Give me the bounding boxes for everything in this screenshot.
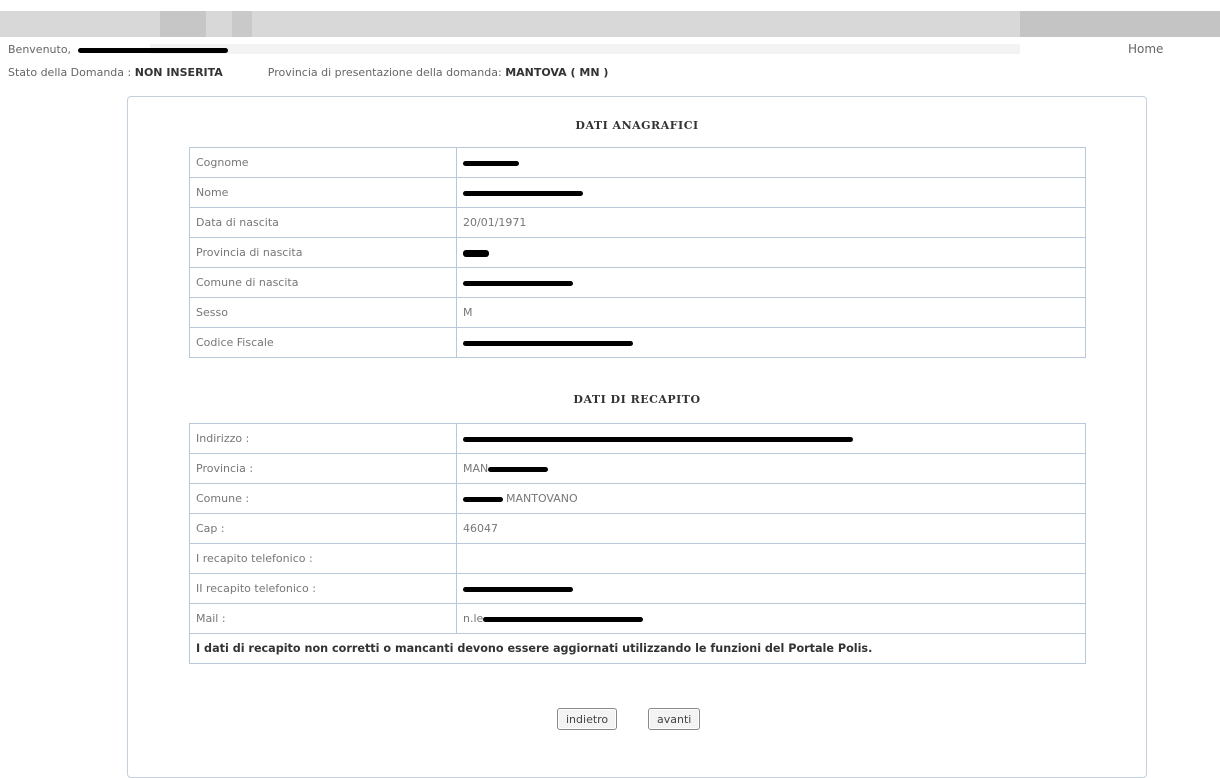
- province-value: MANTOVA ( MN ): [505, 66, 609, 79]
- table-row: Codice Fiscale: [189, 327, 1086, 358]
- table-row: Provincia : MAN: [189, 453, 1086, 484]
- field-label: Provincia di nascita: [189, 237, 457, 268]
- field-label: Comune di nascita: [189, 267, 457, 298]
- field-label: Comune :: [189, 483, 457, 514]
- redacted-value: [463, 249, 489, 257]
- field-label: Sesso: [189, 297, 457, 328]
- welcome-bar: [150, 44, 1020, 54]
- redacted-value: [463, 160, 519, 166]
- table-row: Mail : n.le: [189, 603, 1086, 634]
- redacted-value: [463, 190, 583, 196]
- welcome-label: Benvenuto,: [8, 43, 72, 56]
- field-value: MAN: [456, 453, 1086, 484]
- field-label: Cap :: [189, 513, 457, 544]
- next-button[interactable]: avanti: [648, 708, 701, 730]
- redacted-value: [463, 496, 503, 502]
- home-link[interactable]: Home: [1128, 42, 1163, 56]
- field-value: [456, 543, 1086, 574]
- field-value: [456, 573, 1086, 604]
- field-label: Nome: [189, 177, 457, 208]
- top-band-segment: [1020, 11, 1220, 37]
- table-row: Indirizzo :: [189, 423, 1086, 454]
- table-row: Sesso M: [189, 297, 1086, 328]
- field-value-text: MANTOVANO: [506, 492, 578, 505]
- welcome-text: Benvenuto,: [8, 43, 228, 56]
- field-value: 46047: [456, 513, 1086, 544]
- section-title-recapito: DATI DI RECAPITO: [573, 393, 701, 406]
- redacted-value: [463, 340, 633, 346]
- field-value-text: MAN: [463, 462, 489, 475]
- status-value: NON INSERITA: [134, 66, 223, 79]
- status-label: Stato della Domanda :: [8, 66, 132, 79]
- field-label: I recapito telefonico :: [189, 543, 457, 574]
- field-label: Data di nascita: [189, 207, 457, 238]
- field-value: 20/01/1971: [456, 207, 1086, 238]
- field-value-text: n.le: [463, 612, 484, 625]
- redacted-username: [77, 47, 228, 53]
- table-row: II recapito telefonico :: [189, 573, 1086, 604]
- table-row: Cognome: [189, 147, 1086, 178]
- field-value: n.le: [456, 603, 1086, 634]
- table-row: Nome: [189, 177, 1086, 208]
- field-value: [456, 147, 1086, 178]
- province-label: Provincia di presentazione della domanda…: [267, 66, 502, 79]
- field-label: II recapito telefonico :: [189, 573, 457, 604]
- field-label: Provincia :: [189, 453, 457, 484]
- field-value: [456, 327, 1086, 358]
- application-panel: DATI ANAGRAFICI Cognome Nome Data di nas…: [127, 96, 1147, 778]
- table-row: Cap : 46047: [189, 513, 1086, 544]
- top-band-segment: [160, 11, 206, 37]
- table-row: I recapito telefonico :: [189, 543, 1086, 574]
- table-row: I dati di recapito non corretti o mancan…: [189, 633, 1086, 664]
- field-value: [456, 177, 1086, 208]
- browser-top-band: [0, 11, 1220, 37]
- field-value: [456, 423, 1086, 454]
- table-row: Comune di nascita: [189, 267, 1086, 298]
- top-band-segment: [232, 11, 252, 37]
- anagrafici-table: Cognome Nome Data di nascita 20/01/1971 …: [189, 147, 1086, 358]
- status-line: Stato della Domanda : NON INSERITA Provi…: [8, 66, 608, 79]
- field-value: [456, 237, 1086, 268]
- table-row: Provincia di nascita: [189, 237, 1086, 268]
- field-value: M: [456, 297, 1086, 328]
- redacted-value: [463, 586, 573, 592]
- back-button[interactable]: indietro: [557, 708, 618, 730]
- table-row: Comune : MANTOVANO: [189, 483, 1086, 514]
- redacted-value: [463, 436, 853, 442]
- redacted-value: [483, 616, 644, 622]
- field-label: Cognome: [189, 147, 457, 178]
- recapito-note: I dati di recapito non corretti o mancan…: [189, 633, 1086, 664]
- field-label: Indirizzo :: [189, 423, 457, 454]
- field-value: [456, 267, 1086, 298]
- field-label: Mail :: [189, 603, 457, 634]
- table-row: Data di nascita 20/01/1971: [189, 207, 1086, 238]
- section-title-anagrafici: DATI ANAGRAFICI: [575, 119, 699, 132]
- field-value: MANTOVANO: [456, 483, 1086, 514]
- recapito-table: Indirizzo : Provincia : MAN Comune : MAN…: [189, 423, 1086, 664]
- redacted-value: [463, 280, 573, 286]
- field-label: Codice Fiscale: [189, 327, 457, 358]
- redacted-value: [488, 466, 549, 472]
